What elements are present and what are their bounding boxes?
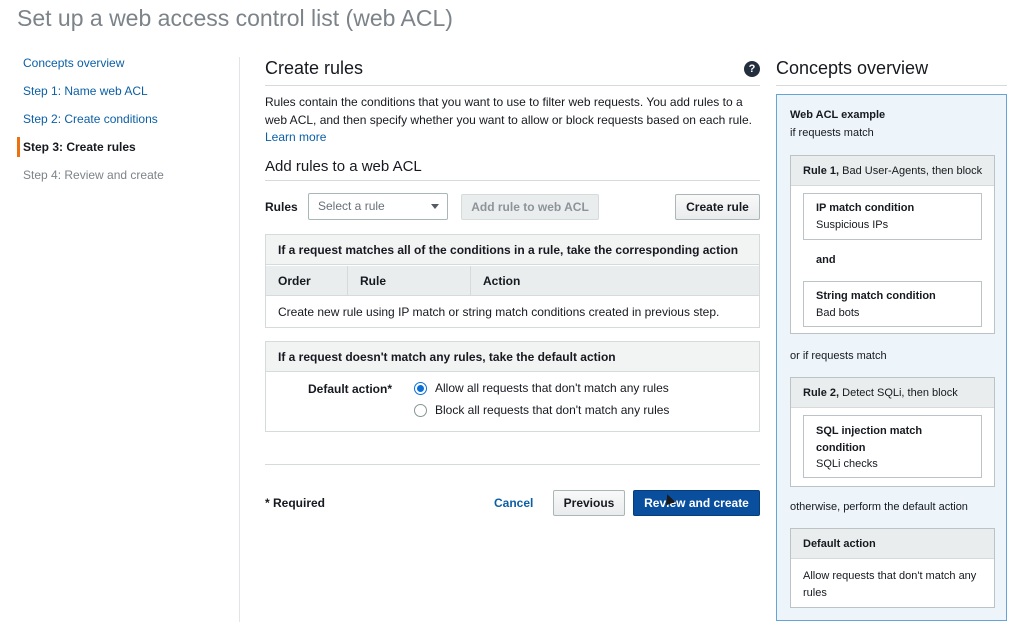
nav-item-step-3[interactable]: Step 3: Create rules [17, 137, 136, 157]
otherwise-text: otherwise, perform the default action [790, 501, 968, 513]
add-rule-button[interactable]: Add rule to web ACL [461, 194, 599, 220]
column-action[interactable]: Action [471, 266, 759, 296]
rule-select[interactable]: Select a rule [308, 193, 448, 220]
block-radio[interactable] [414, 404, 427, 417]
nav-item-step-2[interactable]: Step 2: Create conditions [17, 109, 158, 129]
allow-radio[interactable] [414, 382, 427, 395]
rules-table-header: Order Rule Action [266, 266, 759, 296]
description-text: Rules contain the conditions that you wa… [265, 95, 752, 127]
cancel-button[interactable]: Cancel [494, 496, 533, 510]
description: Rules contain the conditions that you wa… [265, 94, 761, 147]
match-rules-panel: If a request matches all of the conditio… [265, 234, 760, 328]
rule-select-placeholder: Select a rule [318, 199, 385, 213]
ip-match-condition-title: IP match condition [816, 202, 915, 214]
column-rule[interactable]: Rule [348, 266, 471, 296]
page-title: Set up a web access control list (web AC… [17, 5, 453, 31]
and-text: and [816, 254, 836, 266]
nav-item-step-4: Step 4: Review and create [23, 168, 164, 182]
nav-item-step-1[interactable]: Step 1: Name web ACL [17, 81, 148, 101]
default-action-label: Default action* [308, 382, 393, 396]
ip-match-condition-box: IP match condition Suspicious IPs [803, 193, 982, 240]
title-divider [265, 85, 760, 86]
previous-button[interactable]: Previous [553, 490, 625, 516]
or-if-requests-match-text: or if requests match [790, 350, 887, 362]
rule-2-description: Detect SQLi, then block [839, 387, 958, 399]
rule-1-header: Rule 1, Bad User-Agents, then block [791, 156, 994, 186]
block-radio-label[interactable]: Block all requests that don't match any … [435, 403, 669, 417]
match-rules-heading: If a request matches all of the conditio… [266, 235, 759, 265]
rule-2-prefix: Rule 2, [803, 387, 840, 399]
create-rule-button[interactable]: Create rule [675, 194, 760, 220]
default-action-heading: If a request doesn't match any rules, ta… [266, 342, 759, 372]
help-icon[interactable]: ? [744, 61, 760, 77]
add-rules-title: Add rules to a web ACL [265, 158, 422, 175]
string-match-condition-box: String match condition Bad bots [803, 281, 982, 327]
ip-match-condition-value: Suspicious IPs [816, 219, 889, 231]
default-action-box-title: Default action [791, 529, 994, 559]
review-and-create-button[interactable]: Review and create [633, 490, 760, 516]
concepts-divider [776, 85, 1007, 86]
if-requests-match-text: if requests match [790, 127, 874, 139]
chevron-down-icon [431, 204, 439, 209]
concepts-panel: Web ACL example if requests match Rule 1… [776, 94, 1007, 621]
sql-injection-condition-box: SQL injection match condition SQLi check… [803, 415, 982, 478]
string-match-condition-value: Bad bots [816, 307, 860, 319]
rule-1-prefix: Rule 1, [803, 165, 840, 177]
allow-radio-label[interactable]: Allow all requests that don't match any … [435, 381, 669, 395]
concepts-title: Concepts overview [776, 58, 929, 78]
default-action-box: Default action Allow requests that don't… [790, 528, 995, 608]
string-match-condition-title: String match condition [816, 290, 936, 302]
sql-injection-condition-title: SQL injection match condition [816, 425, 923, 454]
column-order[interactable]: Order [266, 266, 348, 296]
default-action-box-text: Allow requests that don't match any rule… [803, 570, 977, 599]
add-rules-divider [265, 180, 760, 181]
nav-item-concepts-overview[interactable]: Concepts overview [17, 53, 124, 73]
rule-2-header: Rule 2, Detect SQLi, then block [791, 378, 994, 408]
section-title: Create rules [265, 58, 364, 78]
sql-injection-condition-value: SQLi checks [816, 458, 878, 470]
rules-label: Rules [265, 200, 298, 214]
rules-empty-text: Create new rule using IP match or string… [278, 305, 720, 319]
footer-divider [265, 464, 760, 465]
nav-divider [239, 57, 240, 622]
required-note: * Required [265, 496, 326, 510]
default-action-panel: If a request doesn't match any rules, ta… [265, 341, 760, 432]
rule-2-box: Rule 2, Detect SQLi, then block SQL inje… [790, 377, 995, 487]
learn-more-link[interactable]: Learn more [265, 130, 326, 144]
rule-1-box: Rule 1, Bad User-Agents, then block IP m… [790, 155, 995, 334]
web-acl-example-title: Web ACL example [790, 109, 886, 121]
rule-1-description: Bad User-Agents, then block [839, 165, 983, 177]
